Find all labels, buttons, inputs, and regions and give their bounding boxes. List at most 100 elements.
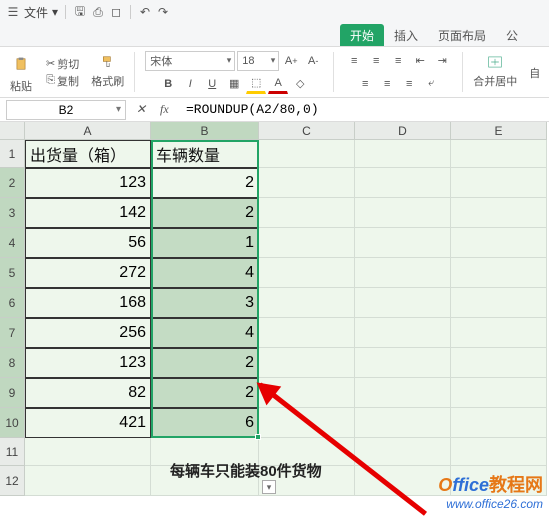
row-head-2[interactable]: 2 [0,168,25,198]
border-icon[interactable]: ▦ [224,74,244,94]
row-head-4[interactable]: 4 [0,228,25,258]
cell-c1[interactable] [259,140,355,168]
row-head-8[interactable]: 8 [0,348,25,378]
indent-left-icon[interactable]: ⇤ [410,51,430,71]
merge-icon[interactable] [488,55,502,72]
align-middle-icon[interactable]: ≡ [366,51,386,71]
row-head-3[interactable]: 3 [0,198,25,228]
cell-b4[interactable]: 1 [151,228,259,258]
file-menu[interactable]: 文件 [24,4,48,21]
cell-d6[interactable] [355,288,451,318]
tab-start[interactable]: 开始 [340,24,384,46]
cell-c8[interactable] [259,348,355,378]
col-head-d[interactable]: D [355,122,451,140]
cell-a2[interactable]: 123 [25,168,151,198]
font-name-select[interactable]: 宋体▾ [145,51,235,71]
cell-d11[interactable] [355,438,451,466]
undo-icon[interactable]: ↶ [138,5,152,19]
cell-c7[interactable] [259,318,355,348]
cell-a5[interactable]: 272 [25,258,151,288]
cell-b7[interactable]: 4 [151,318,259,348]
cell-c2[interactable] [259,168,355,198]
cell-c3[interactable] [259,198,355,228]
cell-c6[interactable] [259,288,355,318]
cell-b10[interactable]: 6 [151,408,259,438]
dropdown-caret[interactable]: ▾ [52,5,58,19]
bold-icon[interactable]: B [158,74,178,94]
autofill-options-icon[interactable]: ▾ [262,480,276,494]
cell-e9[interactable] [451,378,547,408]
cell-a6[interactable]: 168 [25,288,151,318]
cell-a4[interactable]: 56 [25,228,151,258]
indent-right-icon[interactable]: ⇥ [432,51,452,71]
align-right-icon[interactable]: ≡ [399,74,419,94]
cell-b9[interactable]: 2 [151,378,259,408]
font-size-select[interactable]: 18▾ [237,51,279,71]
cell-d8[interactable] [355,348,451,378]
row-head-1[interactable]: 1 [0,140,25,168]
italic-icon[interactable]: I [180,74,200,94]
fx-icon[interactable]: fx [160,102,176,118]
cell-d5[interactable] [355,258,451,288]
decrease-font-icon[interactable]: A- [303,51,323,71]
row-head-6[interactable]: 6 [0,288,25,318]
cell-c5[interactable] [259,258,355,288]
cell-a3[interactable]: 142 [25,198,151,228]
row-head-9[interactable]: 9 [0,378,25,408]
col-head-c[interactable]: C [259,122,355,140]
underline-icon[interactable]: U [202,74,222,94]
name-box[interactable]: B2 ▾ [6,100,126,120]
cell-e6[interactable] [451,288,547,318]
cell-a8[interactable]: 123 [25,348,151,378]
print-icon[interactable]: ⎙ [91,5,105,19]
col-head-e[interactable]: E [451,122,547,140]
cell-a10[interactable]: 421 [25,408,151,438]
cell-a11[interactable] [25,438,151,466]
tab-insert[interactable]: 插入 [384,24,428,46]
cell-b3[interactable]: 2 [151,198,259,228]
cell-e2[interactable] [451,168,547,198]
clear-format-icon[interactable]: ◇ [290,74,310,94]
align-top-icon[interactable]: ≡ [344,51,364,71]
cell-b5[interactable]: 4 [151,258,259,288]
cell-a12[interactable] [25,466,151,496]
align-center-icon[interactable]: ≡ [377,74,397,94]
cell-a1[interactable]: 出货量（箱） [25,140,151,168]
cell-d4[interactable] [355,228,451,258]
cell-d1[interactable] [355,140,451,168]
tab-formula[interactable]: 公 [496,24,528,46]
cell-a9[interactable]: 82 [25,378,151,408]
cell-b8[interactable]: 2 [151,348,259,378]
cell-b1[interactable]: 车辆数量 [151,140,259,168]
cell-e5[interactable] [451,258,547,288]
col-head-b[interactable]: B [151,122,259,140]
font-color-icon[interactable]: A [268,74,288,94]
select-all-corner[interactable] [0,122,25,140]
cell-e11[interactable] [451,438,547,466]
col-head-a[interactable]: A [25,122,151,140]
cell-e7[interactable] [451,318,547,348]
cell-e8[interactable] [451,348,547,378]
fill-color-icon[interactable]: ⬚ [246,74,266,94]
fill-handle[interactable] [255,434,261,440]
preview-icon[interactable]: ◻ [109,5,123,19]
cell-e3[interactable] [451,198,547,228]
wrap-text-icon[interactable]: ⤶ [421,74,441,94]
format-painter-icon[interactable] [101,55,115,72]
align-left-icon[interactable]: ≡ [355,74,375,94]
row-head-12[interactable]: 12 [0,466,25,496]
redo-icon[interactable]: ↷ [156,5,170,19]
copy-icon[interactable]: ⎘ [46,74,55,87]
row-head-10[interactable]: 10 [0,408,25,438]
save-icon[interactable]: 🖫 [73,5,87,19]
row-head-11[interactable]: 11 [0,438,25,466]
cell-b2[interactable]: 2 [151,168,259,198]
paste-icon[interactable] [8,51,34,77]
tab-layout[interactable]: 页面布局 [428,24,496,46]
cell-b6[interactable]: 3 [151,288,259,318]
increase-font-icon[interactable]: A+ [281,51,301,71]
formula-input[interactable] [180,102,549,117]
row-head-5[interactable]: 5 [0,258,25,288]
cell-a7[interactable]: 256 [25,318,151,348]
cell-d3[interactable] [355,198,451,228]
